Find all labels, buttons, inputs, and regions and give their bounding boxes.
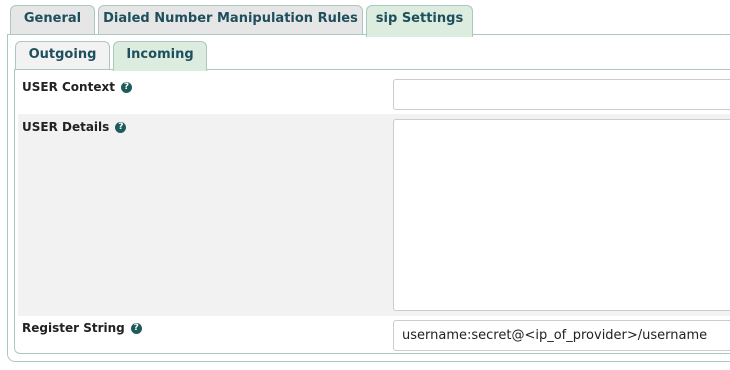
user-context-label: USER Context ? [22,80,132,94]
tab-outgoing[interactable]: Outgoing [15,41,110,70]
register-string-label: Register String ? [22,321,142,335]
tab-general[interactable]: General [10,5,95,35]
tab-incoming[interactable]: Incoming [113,41,207,71]
register-string-label-text: Register String [22,321,125,335]
user-context-label-text: USER Context [22,80,115,94]
help-icon[interactable]: ? [120,81,132,93]
user-details-label-text: USER Details [22,120,110,134]
help-icon[interactable]: ? [130,322,142,334]
user-context-input[interactable] [393,79,730,110]
tab-dialed-number-manipulation-rules[interactable]: Dialed Number Manipulation Rules [98,5,363,35]
help-icon[interactable]: ? [115,121,127,133]
user-details-label: USER Details ? [22,120,127,134]
user-details-textarea[interactable] [393,119,730,311]
register-string-input[interactable] [393,320,730,351]
tab-sip-settings[interactable]: sip Settings [366,5,473,37]
